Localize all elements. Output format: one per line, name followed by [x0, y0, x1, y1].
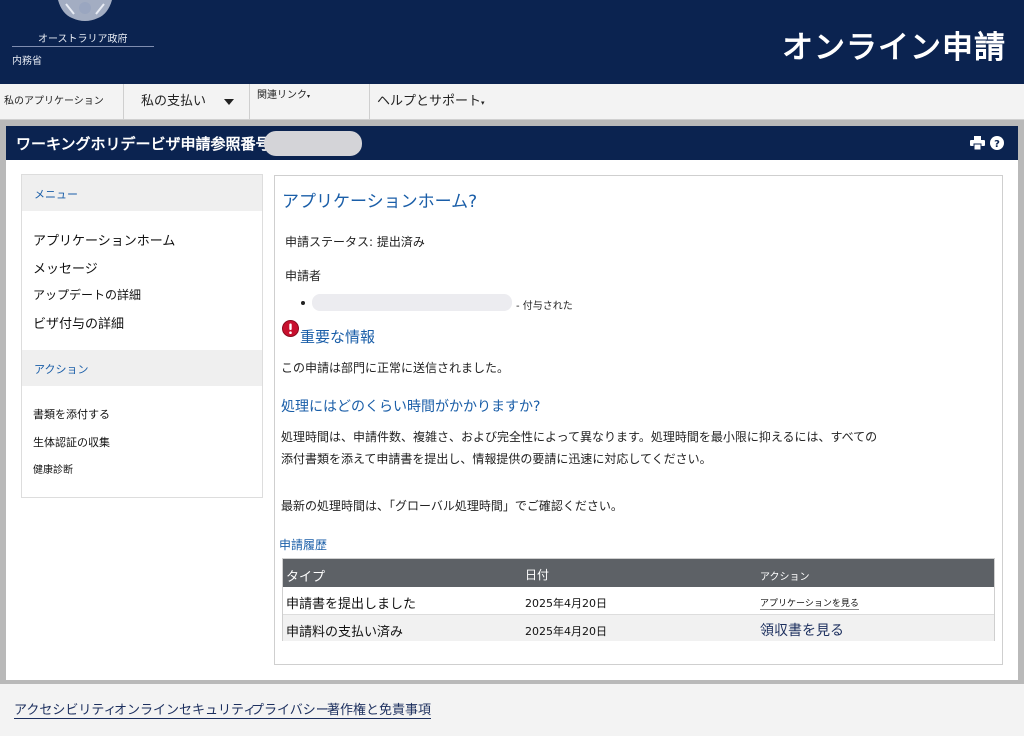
caret-down-icon	[224, 98, 235, 105]
table-header: タイプ 日付 アクション	[283, 559, 994, 587]
nav-divider	[369, 84, 370, 120]
table-cell-type: 申請料の支払い済み	[286, 625, 404, 640]
table-cell-type: 申請書を提出しました	[286, 597, 417, 612]
nav-my-applications[interactable]: 私のアプリケーション	[4, 84, 104, 120]
sidebar-item-health-exam[interactable]: 健康診断	[33, 461, 73, 476]
alert-icon	[282, 320, 299, 337]
footer-link-privacy[interactable]: プライバシー	[251, 704, 329, 719]
application-status: 申請ステータス: 提出済み	[285, 235, 425, 249]
important-info-heading: 重要な情報	[300, 328, 376, 346]
nav-help-support-label: ヘルプとサポート	[377, 94, 482, 109]
sidebar-item-attach-documents[interactable]: 書類を添付する	[33, 406, 110, 422]
top-nav: 私のアプリケーション 私の支払い 関連リンク▾ ヘルプとサポート▾	[0, 84, 1024, 120]
nav-divider	[123, 84, 124, 120]
svg-text:?: ?	[994, 139, 1000, 150]
header-divider	[12, 46, 154, 47]
crest-icon	[58, 0, 112, 21]
submission-message: この申請は部門に正常に送信されました。	[281, 361, 510, 375]
sidebar-item-biometrics[interactable]: 生体認証の収集	[33, 434, 110, 450]
processing-text-line2: 添付書類を添えて申請書を提出し、情報提供の要請に迅速に対応してください。	[281, 452, 712, 466]
list-bullet	[301, 301, 305, 305]
nav-related-links-label: 関連リンク	[257, 90, 307, 101]
site-header: オーストラリア政府 内務省 オンライン申請	[0, 0, 1024, 84]
nav-related-links[interactable]: 関連リンク▾	[257, 78, 310, 114]
table-cell-date: 2025年4月20日	[525, 625, 607, 638]
print-icon[interactable]	[970, 136, 985, 150]
sidebar-menu-header: メニュー	[22, 175, 262, 211]
footer-link-accessibility[interactable]: アクセシビリティ	[14, 704, 117, 719]
sidebar-item-application-home[interactable]: アプリケーションホーム	[33, 230, 175, 249]
nav-my-payments-label: 私の支払い	[141, 94, 207, 109]
application-history-heading: 申請履歴	[279, 538, 328, 552]
sidebar-item-messages[interactable]: メッセージ	[33, 258, 98, 277]
sidebar-menu-heading: メニュー	[34, 188, 78, 201]
history-table: タイプ 日付 アクション 申請書を提出しました 2025年4月20日 アプリケー…	[282, 558, 995, 641]
app-title: オンライン申請	[782, 30, 1006, 66]
site-footer: アクセシビリティ オンラインセキュリティ プライバシー 著作権と免責事項	[0, 684, 1024, 736]
caret-down-icon: ▾	[307, 93, 311, 100]
help-icon[interactable]: ?	[990, 136, 1004, 150]
column-header-date: 日付	[525, 568, 550, 582]
footer-link-copyright[interactable]: 著作権と免責事項	[327, 704, 432, 719]
column-header-action: アクション	[760, 572, 810, 583]
page-title: アプリケーションホーム?	[282, 192, 478, 212]
sidebar-item-update-details[interactable]: アップデートの詳細	[33, 286, 141, 303]
view-receipt-link[interactable]: 領収書を見る	[760, 620, 844, 640]
column-header-type: タイプ	[286, 570, 326, 585]
processing-text-line1: 処理時間は、申請件数、複雑さ、および完全性によって異なります。処理時間を最小限に…	[281, 430, 878, 444]
sidebar-item-visa-grant-details[interactable]: ビザ付与の詳細	[33, 313, 124, 332]
sidebar: メニュー アプリケーションホーム メッセージ アップデートの詳細 ビザ付与の詳細…	[21, 174, 263, 498]
nav-my-payments[interactable]: 私の支払い	[141, 84, 235, 120]
table-cell-date: 2025年4月20日	[525, 597, 607, 610]
latest-processing-time: 最新の処理時間は、「グローバル処理時間」でご確認ください。	[281, 499, 623, 513]
processing-time-heading: 処理にはどのくらい時間がかかりますか?	[281, 399, 541, 415]
government-name: オーストラリア政府	[38, 34, 128, 45]
applicant-label: 申請者	[285, 269, 322, 283]
panel-title: ワーキングホリデービザ申請参照番号	[16, 135, 271, 153]
redacted-applicant-name	[312, 294, 512, 311]
sidebar-action-header: アクション	[22, 350, 262, 386]
applicant-grant-status: - 付与された	[516, 301, 573, 312]
nav-help-support[interactable]: ヘルプとサポート▾	[377, 84, 485, 120]
department-name: 内務省	[12, 56, 42, 67]
footer-link-online-security[interactable]: オンラインセキュリティ	[114, 704, 257, 719]
caret-down-icon: ▾	[481, 99, 485, 107]
view-application-link[interactable]: アプリケーションを見る	[760, 596, 859, 610]
redacted-reference-number	[264, 131, 362, 156]
nav-divider	[249, 84, 250, 120]
sidebar-action-heading: アクション	[34, 363, 89, 376]
